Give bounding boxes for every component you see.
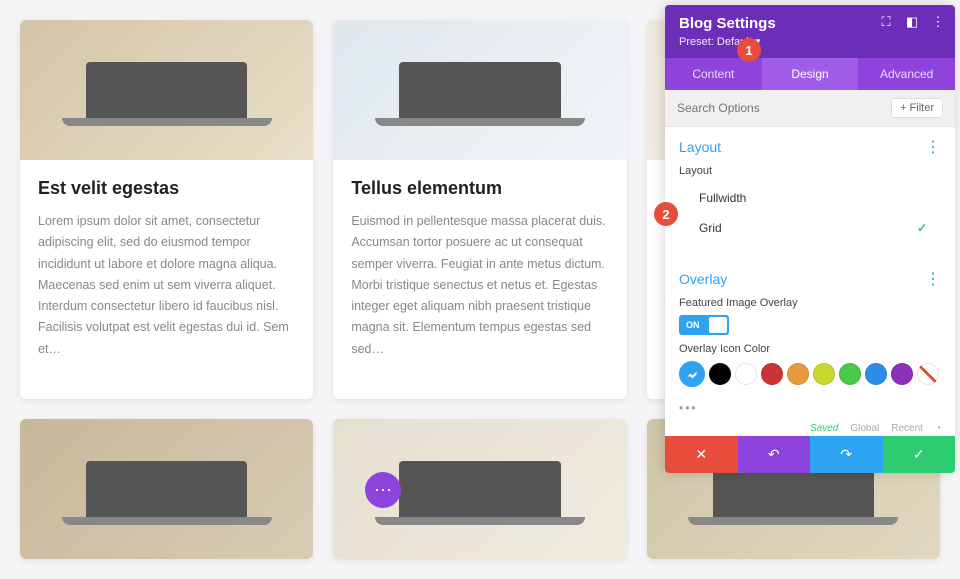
annotation-badge-2: 2 <box>654 202 678 226</box>
card-image <box>20 419 313 559</box>
color-swatch[interactable] <box>735 363 757 385</box>
module-fab-button[interactable]: ⋯ <box>365 472 401 508</box>
color-none-swatch[interactable] <box>917 363 939 385</box>
annotation-badge-1: 1 <box>737 38 761 62</box>
status-recent[interactable]: Recent <box>891 423 923 434</box>
snap-icon[interactable]: ◧ <box>905 15 919 29</box>
color-swatch[interactable] <box>709 363 731 385</box>
blog-card[interactable]: Est velit egestas Lorem ipsum dolor sit … <box>20 20 313 399</box>
undo-button[interactable]: ↶ <box>738 436 811 473</box>
card-image <box>20 20 313 160</box>
layout-select: Fullwidth Grid <box>679 183 941 243</box>
color-swatch[interactable] <box>865 363 887 385</box>
panel-header: Blog Settings Preset: Default ▾ ⛶ ◧ ⋮ <box>665 5 955 58</box>
blog-card[interactable] <box>20 419 313 559</box>
layout-section-title[interactable]: Layout <box>679 139 721 155</box>
tab-advanced[interactable]: Advanced <box>858 58 955 90</box>
save-button[interactable]: ✓ <box>883 436 956 473</box>
option-fullwidth[interactable]: Fullwidth <box>679 183 941 213</box>
settings-panel: Blog Settings Preset: Default ▾ ⛶ ◧ ⋮ Co… <box>665 5 955 473</box>
color-label: Overlay Icon Color <box>679 343 941 355</box>
overlay-label: Featured Image Overlay <box>679 297 941 309</box>
tab-design[interactable]: Design <box>762 58 859 90</box>
overlay-toggle[interactable]: ON <box>679 315 729 335</box>
card-title: Est velit egestas <box>38 178 295 199</box>
card-excerpt: Lorem ipsum dolor sit amet, consectetur … <box>38 211 295 360</box>
search-input[interactable] <box>677 101 891 115</box>
palette-icon[interactable]: ◔ <box>935 423 941 434</box>
section-menu-icon[interactable]: ⋮ <box>925 137 941 157</box>
color-swatch[interactable] <box>839 363 861 385</box>
card-title: Tellus elementum <box>351 178 608 199</box>
cancel-button[interactable]: ✕ <box>665 436 738 473</box>
overlay-section-title[interactable]: Overlay <box>679 271 727 287</box>
color-swatch[interactable] <box>679 361 705 387</box>
tab-content[interactable]: Content <box>665 58 762 90</box>
section-menu-icon[interactable]: ⋮ <box>925 269 941 289</box>
color-swatch[interactable] <box>761 363 783 385</box>
card-excerpt: Euismod in pellentesque massa placerat d… <box>351 211 608 360</box>
option-grid[interactable]: Grid <box>679 213 941 243</box>
blog-card[interactable]: Tellus elementum Euismod in pellentesque… <box>333 20 626 399</box>
layout-label: Layout <box>679 165 941 177</box>
filter-button[interactable]: + Filter <box>891 98 943 118</box>
status-global[interactable]: Global <box>850 423 879 434</box>
card-image <box>333 20 626 160</box>
redo-button[interactable]: ↷ <box>810 436 883 473</box>
color-swatch[interactable] <box>813 363 835 385</box>
color-picker <box>679 361 941 387</box>
status-saved: Saved <box>810 423 838 434</box>
more-icon[interactable]: ••• <box>665 397 955 419</box>
color-swatch[interactable] <box>891 363 913 385</box>
expand-icon[interactable]: ⛶ <box>879 15 893 29</box>
preset-selector[interactable]: Preset: Default ▾ <box>679 35 941 48</box>
more-icon[interactable]: ⋮ <box>931 15 945 29</box>
tabs: Content Design Advanced <box>665 58 955 90</box>
color-swatch[interactable] <box>787 363 809 385</box>
